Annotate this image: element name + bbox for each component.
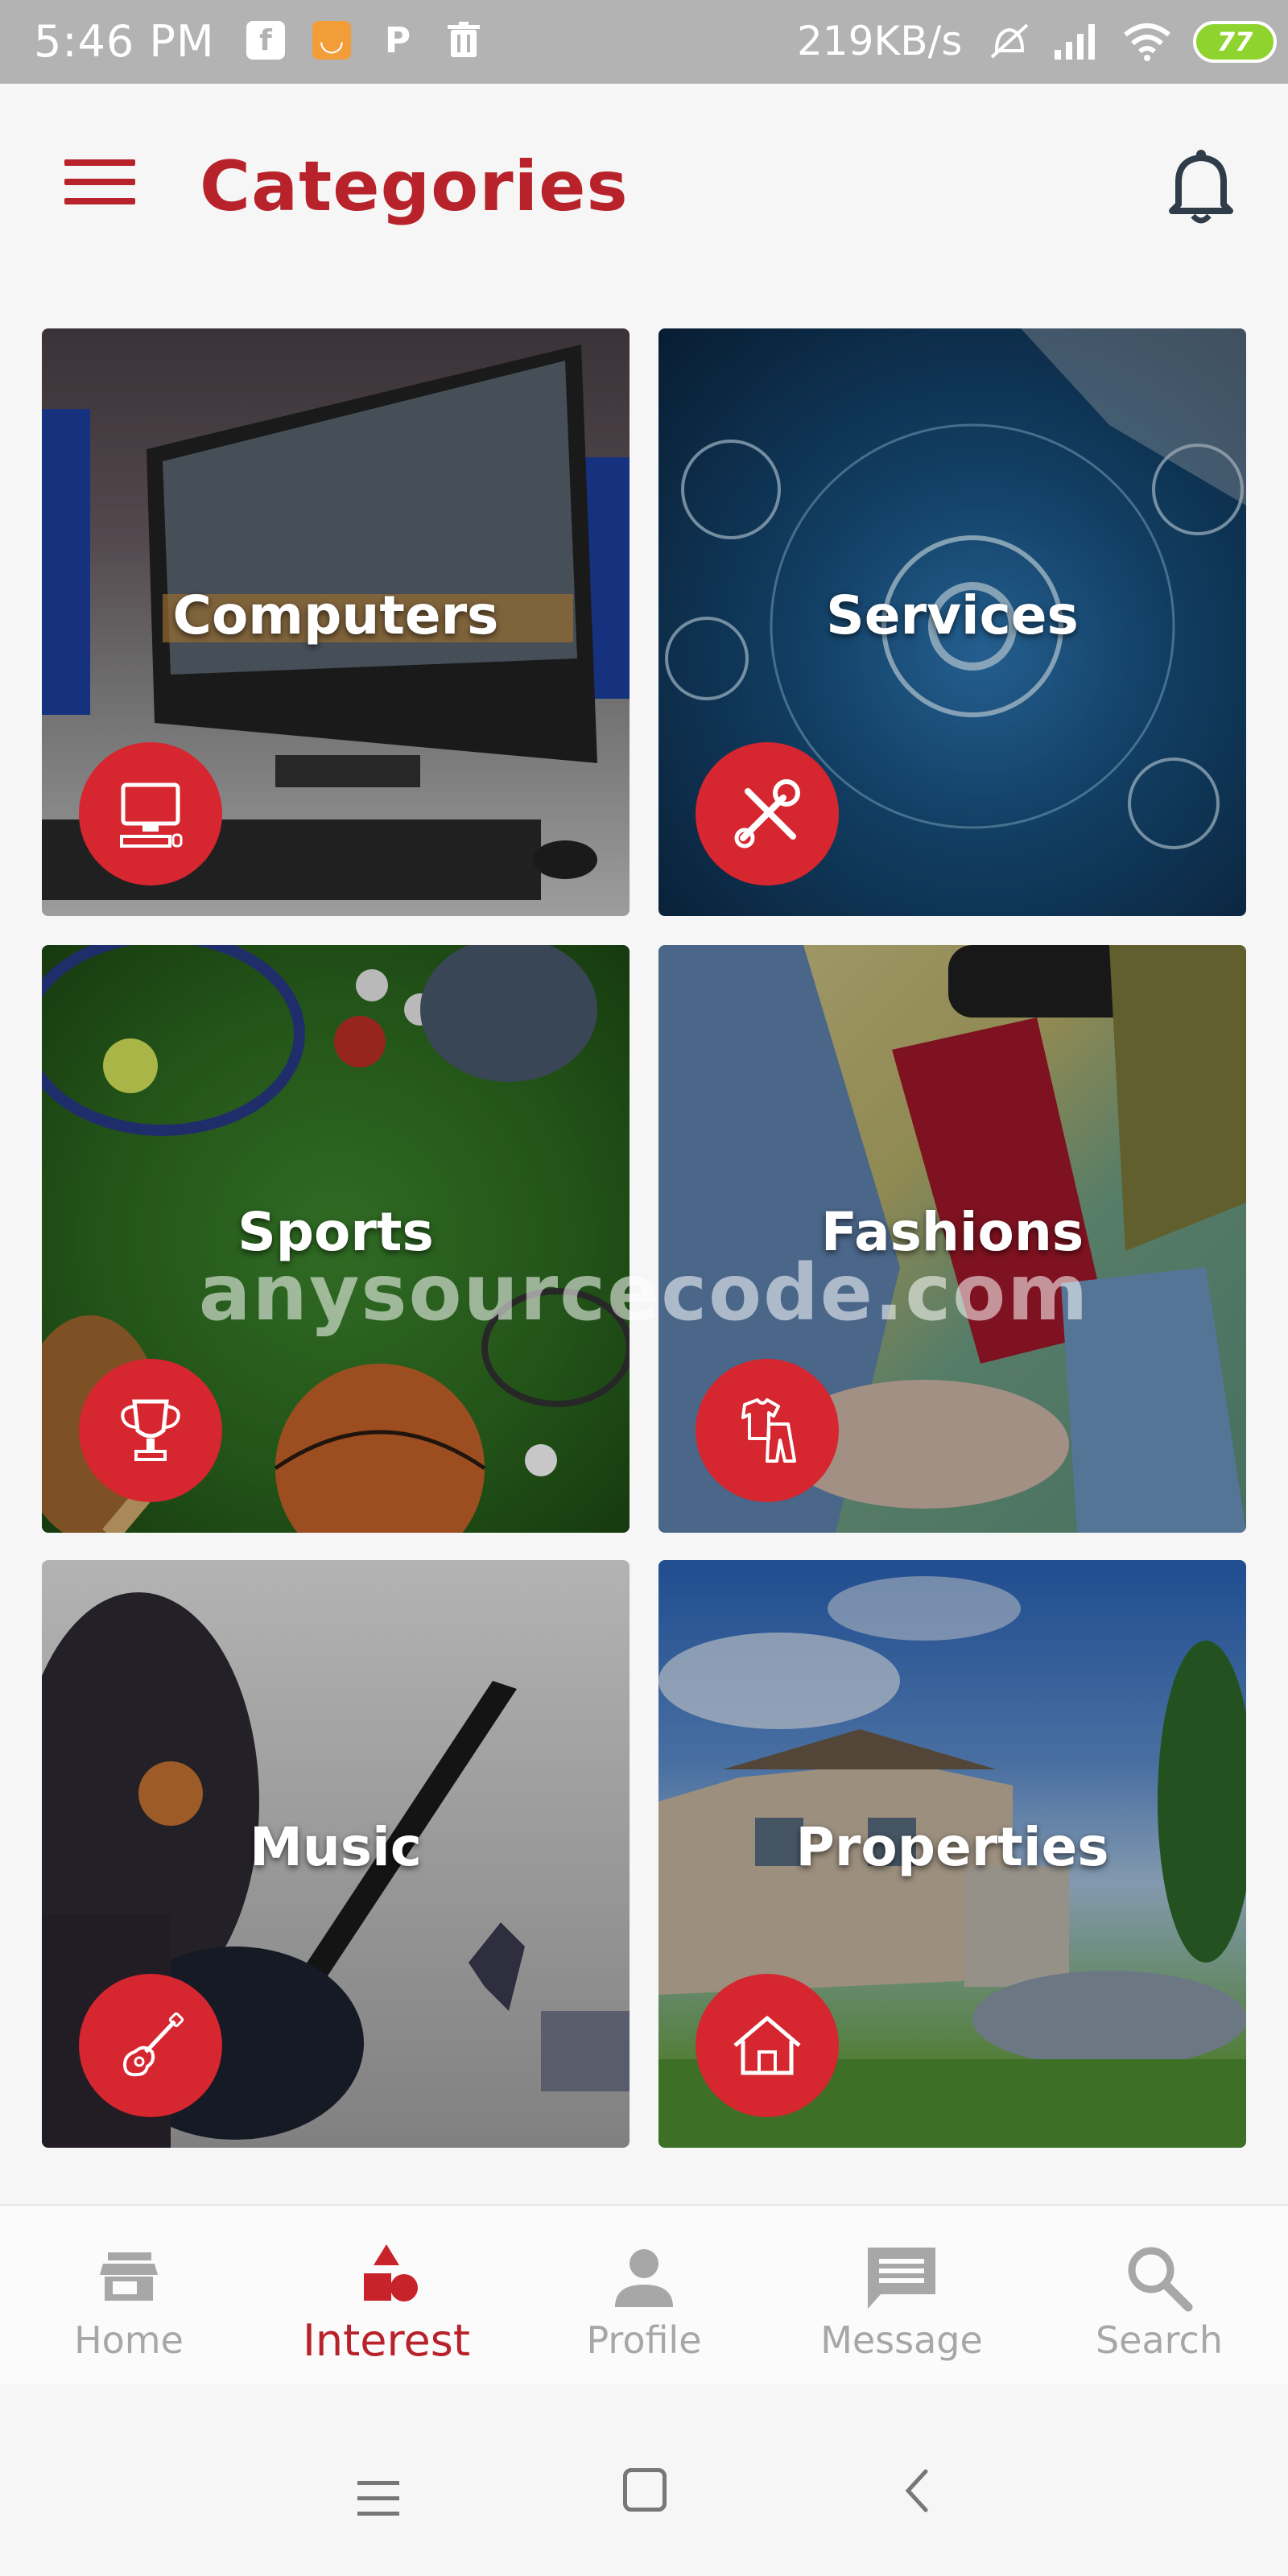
home-icon[interactable]: [623, 2468, 667, 2512]
ali-icon: ◡: [312, 21, 351, 60]
nav-item-search[interactable]: Search: [1030, 2206, 1288, 2386]
hamburger-icon[interactable]: [64, 159, 135, 211]
clothes-icon: [696, 1359, 839, 1502]
recent-apps-icon[interactable]: [357, 2481, 399, 2520]
wifi-icon: [1124, 23, 1170, 61]
signal-icon: [1055, 24, 1095, 60]
category-card-computers[interactable]: Computers: [42, 328, 630, 916]
category-card-fashions[interactable]: Fashions: [658, 945, 1246, 1533]
page-title: Categories: [200, 147, 629, 227]
category-card-music[interactable]: Music: [42, 1560, 630, 2148]
back-icon[interactable]: [894, 2467, 942, 2515]
category-card-services[interactable]: Services: [658, 328, 1246, 916]
nav-item-message[interactable]: Message: [773, 2206, 1030, 2386]
bottom-navigation: Home Interest Profile Message Search: [0, 2204, 1288, 2384]
system-status-icons: 77: [987, 21, 1277, 63]
network-speed: 219KB/s: [797, 18, 963, 64]
watermark: anysourcecode.com: [198, 1248, 1090, 1338]
message-icon: [861, 2241, 942, 2314]
nav-label: Profile: [586, 2318, 702, 2362]
category-label: Services: [826, 584, 1079, 646]
person-icon: [604, 2241, 684, 2314]
bell-icon[interactable]: [1166, 148, 1236, 225]
mute-icon: [990, 23, 1029, 59]
tools-icon: [696, 742, 839, 886]
category-label: Computers: [172, 584, 499, 646]
facebook-icon: f: [246, 21, 285, 60]
monitor-icon: [79, 742, 222, 886]
guitar-icon: [79, 1974, 222, 2117]
status-bar: 5:46 PM f ◡ P 219KB/s 77: [0, 0, 1288, 84]
nav-label: Search: [1095, 2318, 1224, 2362]
nav-label: Home: [74, 2318, 184, 2362]
category-label: Properties: [795, 1816, 1109, 1878]
category-card-properties[interactable]: Properties: [658, 1560, 1246, 2148]
trash-icon: [444, 21, 483, 60]
p-icon: P: [384, 19, 411, 61]
status-time: 5:46 PM: [34, 16, 215, 67]
trophy-icon: [79, 1359, 222, 1502]
notification-icons: f ◡ P: [246, 19, 483, 61]
nav-item-home[interactable]: Home: [0, 2206, 258, 2386]
nav-label: Message: [820, 2318, 983, 2362]
app-header: [0, 84, 1288, 287]
search-icon: [1119, 2241, 1199, 2314]
nav-label: Interest: [302, 2315, 471, 2366]
nav-item-profile[interactable]: Profile: [515, 2206, 773, 2386]
store-icon: [89, 2241, 169, 2314]
category-card-sports[interactable]: Sports: [42, 945, 630, 1533]
system-navigation-bar: [0, 2384, 1288, 2576]
battery-icon: 77: [1193, 21, 1277, 63]
category-label: Music: [250, 1816, 422, 1878]
shapes-icon: [346, 2241, 427, 2314]
house-icon: [696, 1974, 839, 2117]
nav-item-interest[interactable]: Interest: [258, 2206, 515, 2386]
